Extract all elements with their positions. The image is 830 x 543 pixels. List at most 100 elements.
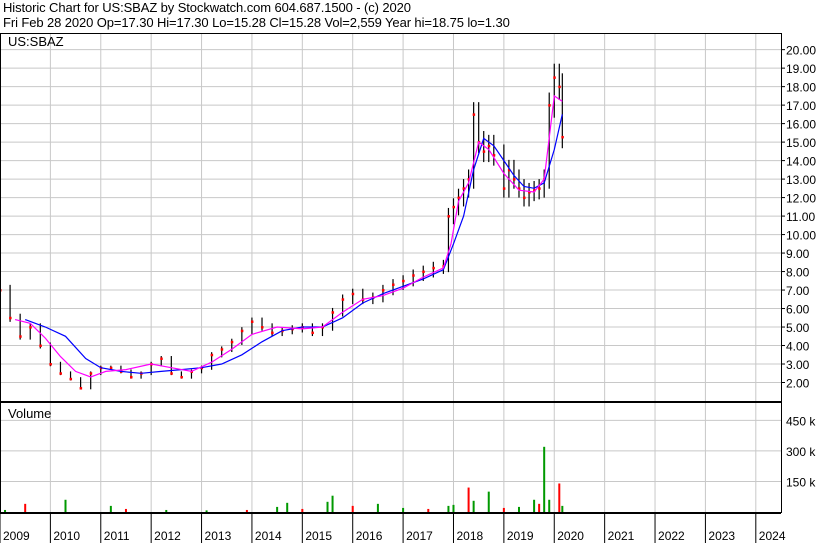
x-tick-label-2010: 2010	[53, 529, 80, 543]
volume-bar	[558, 483, 561, 512]
volume-bar	[4, 509, 7, 512]
close-marker	[482, 150, 486, 153]
volume-bar	[517, 506, 520, 512]
volume-bar	[109, 505, 112, 512]
volume-panel-frame	[0, 402, 782, 513]
historic-stock-chart: 2009 2010 2011 2012 2013 2014 2015 2016 2017 2018…	[0, 33, 816, 543]
price-panel-frame	[0, 33, 782, 402]
x-tick-label-2009: 2009	[3, 529, 30, 543]
x-tick-label-2024: 2024	[759, 529, 786, 543]
volume-bar	[326, 501, 329, 512]
price-tick-label-2.00: 2.00	[786, 377, 810, 391]
close-marker	[558, 85, 561, 89]
close-marker	[49, 363, 52, 366]
close-marker	[59, 372, 62, 375]
close-marker	[538, 187, 541, 190]
price-tick-label-6.00: 6.00	[786, 303, 810, 317]
moving-average-slow-line	[24, 114, 563, 374]
x-tick-label-2020: 2020	[557, 529, 584, 543]
x-tick-label-2019: 2019	[507, 529, 534, 543]
price-tick-label-9.00: 9.00	[786, 247, 810, 261]
close-marker	[29, 326, 32, 329]
close-marker	[89, 372, 93, 375]
volume-bar	[452, 504, 455, 512]
volume-bar	[245, 509, 248, 512]
volume-grid	[0, 402, 781, 512]
volume-tick-label-300 k: 300 k	[786, 445, 816, 459]
x-tick-label-2021: 2021	[608, 529, 635, 543]
price-series	[0, 63, 564, 390]
volume-bar	[301, 508, 304, 512]
close-marker	[548, 104, 551, 107]
axes: 2009 2010 2011 2012 2013 2014 2015 2016 2017 2018…	[0, 33, 816, 543]
close-marker	[271, 331, 274, 335]
price-tick-label-4.00: 4.00	[786, 340, 810, 354]
volume-bar	[286, 502, 289, 512]
x-tick-label-2023: 2023	[708, 529, 735, 543]
price-tick-label-20.00: 20.00	[786, 44, 816, 58]
close-marker	[432, 266, 435, 270]
volume-bar	[538, 503, 541, 512]
close-marker	[341, 298, 345, 301]
close-marker	[447, 215, 450, 218]
volume-bar	[502, 507, 505, 512]
price-tick-label-5.00: 5.00	[786, 321, 810, 335]
close-marker	[487, 144, 491, 148]
volume-bar	[24, 503, 27, 512]
close-marker	[472, 113, 476, 116]
volume-bar	[376, 503, 379, 512]
price-panel-title: US:SBAZ	[8, 34, 64, 49]
volume-series	[4, 446, 564, 512]
close-marker	[392, 283, 395, 286]
volume-bar	[205, 510, 208, 512]
close-marker	[351, 292, 355, 296]
close-marker	[230, 340, 234, 344]
close-marker	[422, 270, 425, 274]
close-marker	[512, 178, 516, 181]
close-marker	[160, 357, 163, 360]
price-tick-label-11.00: 11.00	[786, 210, 815, 224]
price-tick-label-16.00: 16.00	[786, 118, 816, 132]
volume-bar	[472, 500, 475, 512]
moving-average-fast-line	[14, 94, 563, 378]
volume-panel-title: Volume	[8, 406, 51, 421]
close-marker	[210, 353, 214, 357]
volume-bar	[165, 509, 168, 512]
volume-bar	[331, 495, 334, 512]
close-marker	[250, 320, 254, 323]
price-grid	[0, 33, 781, 401]
price-tick-label-8.00: 8.00	[786, 266, 810, 280]
close-marker	[412, 274, 415, 277]
price-tick-label-7.00: 7.00	[786, 284, 810, 298]
close-marker	[523, 196, 526, 200]
close-marker	[311, 331, 314, 335]
x-tick-label-2017: 2017	[406, 529, 433, 543]
price-tick-label-18.00: 18.00	[786, 81, 816, 95]
price-tick-label-3.00: 3.00	[786, 358, 810, 372]
close-marker	[261, 326, 264, 329]
x-tick-label-2011: 2011	[104, 529, 130, 543]
close-marker	[79, 387, 83, 390]
x-tick-label-2013: 2013	[205, 529, 232, 543]
x-tick-label-2015: 2015	[305, 529, 332, 543]
close-marker	[180, 375, 183, 379]
close-marker	[240, 329, 244, 333]
volume-bar	[351, 505, 354, 512]
volume-bar	[548, 499, 551, 512]
volume-tick-label-150 k: 150 k	[786, 475, 816, 489]
close-marker	[331, 311, 335, 314]
price-tick-label-17.00: 17.00	[786, 99, 816, 113]
volume-tick-label-450 k: 450 k	[786, 414, 816, 428]
close-marker	[220, 348, 224, 351]
close-marker	[69, 377, 73, 381]
price-tick-label-10.00: 10.00	[786, 229, 816, 243]
volume-bar	[276, 506, 279, 512]
volume-bar	[402, 507, 405, 512]
close-marker	[130, 375, 133, 379]
close-marker	[381, 289, 385, 292]
price-tick-label-12.00: 12.00	[786, 192, 816, 206]
close-marker	[170, 372, 173, 375]
volume-bar	[447, 505, 450, 512]
price-tick-label-19.00: 19.00	[786, 62, 816, 76]
price-tick-label-15.00: 15.00	[786, 136, 816, 150]
